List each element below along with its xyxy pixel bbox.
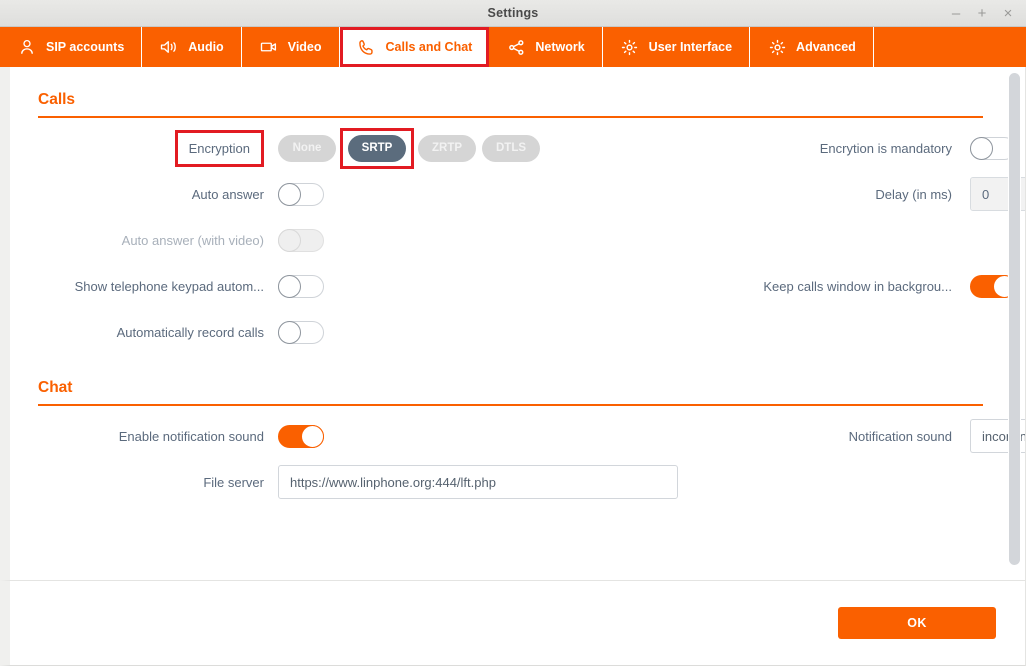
auto-answer-control-cell bbox=[278, 171, 758, 217]
auto-answer-label-cell: Auto answer bbox=[38, 171, 278, 217]
keypad-auto-control-cell bbox=[278, 263, 758, 309]
window-controls: – + × bbox=[944, 0, 1020, 27]
tab-audio[interactable]: Audio bbox=[142, 27, 242, 67]
empty-cell-row5 bbox=[758, 309, 1025, 355]
chat-settings-grid: Enable notification sound Notification s… bbox=[25, 406, 1025, 505]
encryption-mandatory-label: Encrytion is mandatory bbox=[819, 140, 952, 156]
encryption-option-none[interactable]: None bbox=[278, 134, 336, 162]
settings-content-area: Calls Encryption None SRTP ZRTP DTLS Enc… bbox=[0, 67, 1026, 581]
tab-advanced[interactable]: Advanced bbox=[750, 27, 874, 67]
file-server-input[interactable]: https://www.linphone.org:444/lft.php bbox=[278, 465, 678, 499]
maximize-icon[interactable]: + bbox=[970, 3, 994, 25]
window-body: Calls Encryption None SRTP ZRTP DTLS Enc… bbox=[0, 67, 1026, 666]
settings-window: Settings – + × SIP accounts Audio Video … bbox=[0, 0, 1026, 666]
auto-answer-video-label-cell: Auto answer (with video) bbox=[38, 217, 278, 263]
encryption-mandatory-row: Encrytion is mandatory bbox=[758, 125, 1025, 171]
encryption-label: Encryption bbox=[174, 129, 265, 167]
toggle-knob bbox=[278, 274, 301, 298]
tab-video[interactable]: Video bbox=[241, 27, 340, 67]
notification-sound-label: Notification sound bbox=[848, 428, 952, 444]
settings-tabbar: SIP accounts Audio Video Calls and Chat … bbox=[0, 27, 1026, 67]
dialog-footer: OK bbox=[0, 581, 1026, 666]
encryption-options-cell: None SRTP ZRTP DTLS bbox=[278, 125, 758, 171]
empty-cell-row3 bbox=[758, 217, 1025, 263]
auto-record-toggle[interactable] bbox=[278, 320, 324, 344]
tab-sip-accounts[interactable]: SIP accounts bbox=[0, 27, 143, 67]
enable-notification-sound-label-cell: Enable notification sound bbox=[38, 413, 278, 459]
tab-label: Advanced bbox=[796, 40, 856, 54]
auto-record-label: Automatically record calls bbox=[116, 324, 264, 340]
encryption-option-srtp[interactable]: SRTP bbox=[348, 134, 406, 162]
share-icon bbox=[506, 37, 526, 57]
minimize-icon[interactable]: – bbox=[944, 3, 968, 25]
scrollbar-thumb[interactable] bbox=[1009, 73, 1020, 565]
tab-label: Video bbox=[287, 40, 322, 54]
calls-section-title: Calls bbox=[38, 91, 76, 108]
enable-notification-sound-label: Enable notification sound bbox=[118, 428, 264, 444]
toggle-knob bbox=[278, 320, 301, 344]
encryption-option-srtp-highlight: SRTP bbox=[340, 127, 414, 169]
delay-label: Delay (in ms) bbox=[875, 186, 952, 202]
phone-icon bbox=[357, 37, 377, 57]
file-server-control-cell: https://www.linphone.org:444/lft.php bbox=[278, 459, 1025, 505]
keypad-auto-label-cell: Show telephone keypad autom... bbox=[38, 263, 278, 309]
encryption-label-cell: Encryption bbox=[38, 125, 278, 171]
encryption-segmented-control: None SRTP ZRTP DTLS bbox=[278, 127, 540, 169]
chat-section: Chat Enable notification sound Notificat… bbox=[25, 355, 1025, 505]
toggle-knob bbox=[278, 228, 301, 252]
auto-answer-video-label: Auto answer (with video) bbox=[121, 232, 264, 248]
close-icon[interactable]: × bbox=[996, 3, 1020, 25]
auto-record-label-cell: Automatically record calls bbox=[38, 309, 278, 355]
tabbar-filler bbox=[873, 27, 1026, 67]
settings-scroll-content: Calls Encryption None SRTP ZRTP DTLS Enc… bbox=[10, 67, 1025, 580]
title-bar: Settings – + × bbox=[0, 0, 1026, 27]
tab-user-interface[interactable]: User Interface bbox=[602, 27, 751, 67]
auto-answer-toggle[interactable] bbox=[278, 182, 324, 206]
auto-record-control-cell bbox=[278, 309, 758, 355]
window-title: Settings bbox=[487, 6, 539, 20]
keep-window-background-label: Keep calls window in backgrou... bbox=[763, 278, 952, 294]
tab-network[interactable]: Network bbox=[489, 27, 603, 67]
calls-section: Calls Encryption None SRTP ZRTP DTLS Enc… bbox=[25, 67, 1025, 355]
keypad-auto-toggle[interactable] bbox=[278, 274, 324, 298]
ok-button[interactable]: OK bbox=[838, 607, 996, 639]
speaker-icon bbox=[159, 37, 179, 57]
auto-answer-label: Auto answer bbox=[191, 186, 264, 202]
encryption-option-dtls[interactable]: DTLS bbox=[482, 134, 540, 162]
file-server-label: File server bbox=[203, 474, 264, 490]
tab-calls-and-chat[interactable]: Calls and Chat bbox=[339, 27, 490, 67]
tab-label: Audio bbox=[188, 40, 224, 54]
tab-label: Calls and Chat bbox=[385, 40, 473, 54]
toggle-knob bbox=[301, 424, 324, 448]
encryption-option-zrtp[interactable]: ZRTP bbox=[418, 134, 476, 162]
calls-settings-grid: Encryption None SRTP ZRTP DTLS Encrytion… bbox=[25, 118, 1025, 355]
file-server-label-cell: File server bbox=[38, 459, 278, 505]
user-icon bbox=[17, 37, 37, 57]
delay-row: Delay (in ms) 0 + - bbox=[758, 171, 1025, 217]
vertical-scrollbar[interactable] bbox=[1008, 71, 1021, 576]
gear-icon bbox=[767, 37, 787, 57]
tab-label: Network bbox=[535, 40, 585, 54]
tab-label: SIP accounts bbox=[46, 40, 125, 54]
camera-icon bbox=[259, 37, 279, 57]
chat-section-title: Chat bbox=[38, 379, 73, 396]
toggle-knob bbox=[278, 182, 301, 206]
toggle-knob bbox=[970, 136, 993, 160]
auto-answer-video-control-cell bbox=[278, 217, 758, 263]
enable-notification-sound-control-cell bbox=[278, 413, 758, 459]
keep-window-background-row: Keep calls window in backgrou... bbox=[758, 263, 1025, 309]
tab-label: User Interface bbox=[648, 40, 733, 54]
auto-answer-video-toggle[interactable] bbox=[278, 228, 324, 252]
gear-icon bbox=[620, 37, 640, 57]
notification-sound-row: Notification sound incoming_chat.wav bbox=[758, 413, 1025, 459]
enable-notification-sound-toggle[interactable] bbox=[278, 424, 324, 448]
keypad-auto-label: Show telephone keypad autom... bbox=[74, 278, 264, 294]
